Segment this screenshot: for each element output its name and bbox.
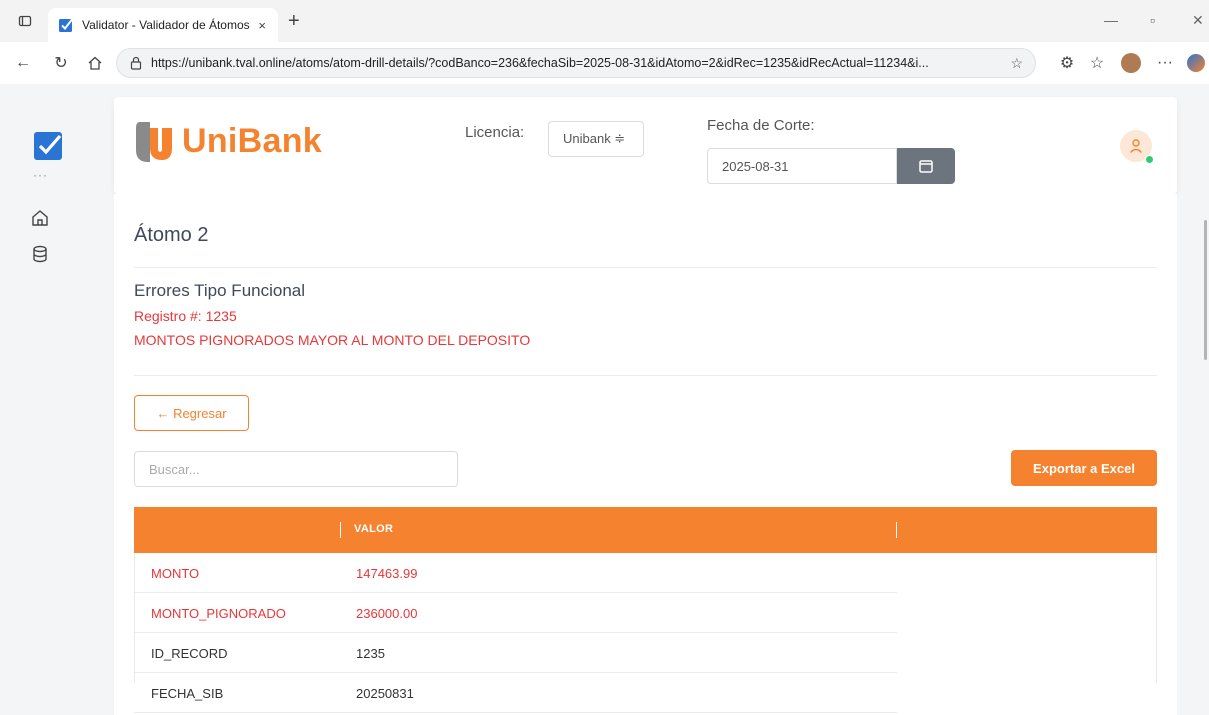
app-area: ··· UniBank Licencia: Unibank ≑ Fecha de…: [0, 84, 1209, 715]
back-button[interactable]: ← Regresar: [134, 395, 249, 431]
url-field[interactable]: https://unibank.tval.online/atoms/atom-d…: [116, 48, 1036, 78]
restore-icon[interactable]: ▫: [1150, 12, 1155, 28]
unibank-logo: UniBank: [134, 117, 322, 165]
validator-favicon-icon: [59, 18, 73, 32]
cell-value: 1235: [356, 646, 385, 661]
data-table: VALOR MONTO 147463.99 MONTO_PIGNORADO 23…: [134, 507, 1157, 713]
export-excel-button[interactable]: Exportar a Excel: [1011, 450, 1157, 486]
page-scrollbar[interactable]: [1198, 84, 1209, 715]
close-window-icon[interactable]: ✕: [1192, 12, 1204, 29]
copilot-icon[interactable]: [1185, 52, 1207, 74]
cell-value: 20250831: [356, 686, 414, 701]
online-status-dot: [1145, 155, 1154, 164]
home-icon[interactable]: [84, 52, 106, 74]
minimize-icon[interactable]: —: [1104, 12, 1118, 28]
registro-label: Registro #: 1235: [134, 308, 237, 324]
error-type-heading: Errores Tipo Funcional: [134, 281, 306, 300]
sidebar-database-icon[interactable]: [30, 244, 50, 264]
cell-field: FECHA_SIB: [151, 686, 224, 701]
profile-avatar-icon[interactable]: [1120, 52, 1142, 74]
sidebar: ···: [0, 84, 78, 715]
licencia-label: Licencia:: [465, 124, 525, 141]
tab-title: Validator - Validador de Átomos: [82, 18, 250, 32]
browser-tab[interactable]: Validator - Validador de Átomos ×: [48, 8, 278, 42]
calendar-icon: [919, 160, 933, 173]
column-separator: [896, 522, 897, 538]
divider: [134, 375, 1157, 376]
column-separator: [340, 522, 341, 538]
url-text: https://unibank.tval.online/atoms/atom-d…: [151, 56, 929, 70]
cell-value: 147463.99: [356, 566, 418, 581]
refresh-icon[interactable]: ↻: [50, 52, 72, 74]
app-header: UniBank Licencia: Unibank ≑ Fecha de Cor…: [114, 97, 1177, 194]
cell-value: 236000.00: [356, 606, 418, 621]
table-header: VALOR: [134, 507, 1157, 553]
fecha-corte-input[interactable]: 2025-08-31: [707, 148, 897, 184]
sidebar-more-icon[interactable]: ···: [33, 168, 48, 182]
new-tab-button[interactable]: +: [288, 10, 300, 33]
licencia-select[interactable]: Unibank ≑: [548, 121, 644, 157]
scrollbar-thumb[interactable]: [1204, 220, 1207, 360]
user-icon: [1129, 139, 1143, 153]
table-row: MONTO_PIGNORADO 236000.00: [134, 593, 897, 633]
table-row: ID_RECORD 1235: [134, 633, 897, 673]
search-input[interactable]: [134, 451, 458, 487]
table-row: MONTO 147463.99: [134, 553, 897, 593]
more-options-icon[interactable]: ···: [1154, 52, 1176, 74]
cell-field: ID_RECORD: [151, 646, 228, 661]
site-info-icon[interactable]: [129, 56, 143, 70]
back-arrow-icon[interactable]: ←: [12, 52, 34, 74]
brand-name: UniBank: [182, 121, 323, 160]
page-title: Átomo 2: [134, 224, 209, 246]
app-logo-icon[interactable]: [34, 132, 62, 160]
tab-actions-icon[interactable]: [14, 10, 36, 32]
main-content: Átomo 2 Errores Tipo Funcional Registro …: [114, 194, 1177, 715]
address-bar-row: ← ↻ https://unibank.tval.online/atoms/at…: [0, 42, 1209, 84]
tab-close-icon[interactable]: ×: [258, 18, 266, 33]
sidebar-home-icon[interactable]: [30, 208, 50, 228]
fecha-corte-label: Fecha de Corte:: [707, 117, 815, 134]
column-header-valor[interactable]: VALOR: [354, 523, 393, 535]
calendar-button[interactable]: [897, 148, 955, 184]
favorites-icon[interactable]: ☆: [1086, 52, 1108, 74]
extensions-icon[interactable]: ⚙: [1056, 52, 1078, 74]
cell-field: MONTO_PIGNORADO: [151, 606, 286, 621]
table-row: FECHA_SIB 20250831: [134, 673, 897, 713]
browser-tab-bar: Validator - Validador de Átomos × + — ▫ …: [0, 0, 1209, 42]
favorite-star-icon[interactable]: ☆: [1010, 55, 1023, 72]
divider: [134, 267, 1157, 268]
error-message: MONTOS PIGNORADOS MAYOR AL MONTO DEL DEP…: [134, 332, 531, 348]
unibank-mark-icon: [136, 122, 172, 162]
cell-field: MONTO: [151, 566, 200, 581]
